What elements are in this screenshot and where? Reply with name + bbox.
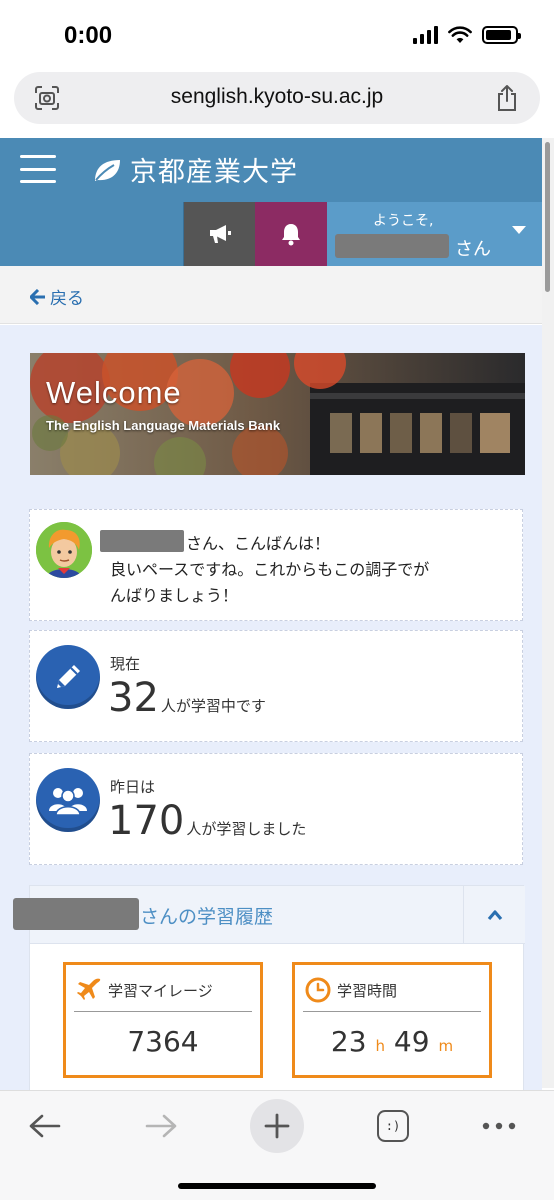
yesterday-learners-card: 昨日は 170 人が学習しました	[29, 753, 523, 865]
current-stat: 32 人が学習中です	[108, 675, 266, 721]
current-label: 現在	[110, 655, 141, 673]
banner-image	[30, 353, 525, 475]
greeting-card: さん、こんばんは！ 良いペースですね。これからもこの調子でが んばりましょう！	[29, 509, 523, 621]
new-tab-button[interactable]	[250, 1099, 304, 1153]
banner-title: Welcome	[46, 375, 182, 410]
hamburger-icon[interactable]	[20, 155, 56, 183]
user-welcome: ようこそ,	[373, 213, 434, 229]
share-icon[interactable]	[494, 84, 520, 112]
back-bar: 戻る	[0, 266, 542, 324]
site-header: 京都産業大学 ようこそ, さん	[0, 138, 542, 266]
battery-icon	[482, 26, 521, 44]
divider	[303, 1011, 481, 1012]
study-time-value: 23 h 49 m	[295, 1025, 489, 1058]
welcome-banner: Welcome The English Language Materials B…	[30, 353, 525, 475]
greeting-line-2: 良いペースですね。これからもこの調子でが	[110, 560, 430, 579]
divider	[74, 1011, 252, 1012]
bell-icon	[282, 224, 300, 246]
history-header[interactable]: さんの学習履歴	[13, 886, 525, 944]
collapse-button[interactable]	[463, 886, 525, 943]
status-icons	[413, 26, 521, 44]
banner-subtitle: The English Language Materials Bank	[46, 418, 281, 433]
learning-history-panel: さんの学習履歴 学習マイレージ 7364 学習時間 23 h 49 m	[13, 885, 525, 1090]
address-bar[interactable]: senglish.kyoto-su.ac.jp	[14, 72, 540, 124]
page-scrollbar[interactable]	[542, 138, 554, 1088]
header-actions: ようこそ, さん	[183, 202, 542, 266]
home-indicator	[178, 1183, 376, 1189]
plus-icon	[264, 1113, 290, 1139]
notifications-button[interactable]	[255, 202, 327, 266]
back-label: 戻る	[50, 289, 84, 309]
more-icon	[482, 1122, 516, 1130]
greeting-line-3: んばりましょう！	[110, 586, 239, 605]
mileage-value: 7364	[127, 1025, 199, 1058]
wifi-icon	[448, 26, 472, 43]
browser-toolbar: :)	[0, 1090, 554, 1200]
status-time: 0:00	[64, 22, 113, 49]
nav-back-button[interactable]	[18, 1099, 72, 1153]
current-suffix: 人が学習中です	[160, 697, 266, 715]
current-count: 32	[108, 675, 159, 721]
study-hours: 23	[330, 1025, 367, 1058]
megaphone-icon	[209, 225, 231, 243]
user-suffix: さん	[455, 239, 491, 260]
more-button[interactable]	[472, 1099, 526, 1153]
user-menu[interactable]: ようこそ, さん	[327, 202, 542, 266]
redacted-username	[335, 234, 449, 258]
arrow-left-icon	[29, 1114, 61, 1138]
avatar	[36, 522, 92, 578]
character-avatar-icon	[36, 522, 92, 578]
mileage-header: 学習マイレージ	[76, 977, 213, 1003]
clock-icon	[305, 977, 331, 1003]
announcements-button[interactable]	[183, 202, 255, 266]
study-minutes: 49	[393, 1025, 430, 1058]
signal-icon	[413, 26, 438, 44]
redacted-username	[13, 898, 139, 930]
yesterday-label: 昨日は	[110, 778, 156, 796]
back-link[interactable]: 戻る	[30, 284, 84, 309]
status-bar: 0:00	[0, 0, 554, 70]
study-time-header: 学習時間	[305, 977, 397, 1003]
arrow-left-icon	[30, 288, 45, 305]
tabs-label: :)	[385, 1119, 401, 1133]
greeting-line-1: さん、こんばんは！	[186, 534, 331, 553]
url-text[interactable]: senglish.kyoto-su.ac.jp	[14, 85, 540, 109]
current-learners-card: 現在 32 人が学習中です	[29, 630, 523, 742]
group-icon	[36, 768, 100, 832]
site-logo-text: 京都産業大学	[130, 157, 298, 188]
arrow-right-icon	[145, 1114, 177, 1138]
hours-unit: h	[375, 1037, 385, 1055]
history-title: さんの学習履歴	[140, 906, 274, 928]
main-content: Welcome The English Language Materials B…	[0, 325, 542, 1090]
airplane-icon	[77, 978, 101, 1000]
mileage-label: 学習マイレージ	[108, 981, 213, 1000]
pencil-icon	[36, 645, 100, 709]
site-logo[interactable]: 京都産業大学	[92, 150, 298, 189]
yesterday-stat: 170 人が学習しました	[108, 798, 306, 844]
mileage-metric: 学習マイレージ 7364	[63, 962, 263, 1078]
yesterday-count: 170	[108, 798, 185, 844]
scrollbar-thumb[interactable]	[545, 142, 550, 292]
tabs-button[interactable]: :)	[366, 1099, 420, 1153]
nav-forward-button[interactable]	[134, 1099, 188, 1153]
tabs-icon: :)	[377, 1110, 409, 1142]
chevron-up-icon	[487, 909, 502, 920]
yesterday-suffix: 人が学習しました	[186, 820, 307, 838]
caret-down-icon[interactable]	[512, 226, 526, 234]
study-time-metric: 学習時間 23 h 49 m	[292, 962, 492, 1078]
study-time-label: 学習時間	[337, 981, 398, 1000]
minutes-unit: m	[438, 1037, 454, 1055]
redacted-username	[100, 530, 184, 552]
leaf-icon	[95, 159, 120, 181]
